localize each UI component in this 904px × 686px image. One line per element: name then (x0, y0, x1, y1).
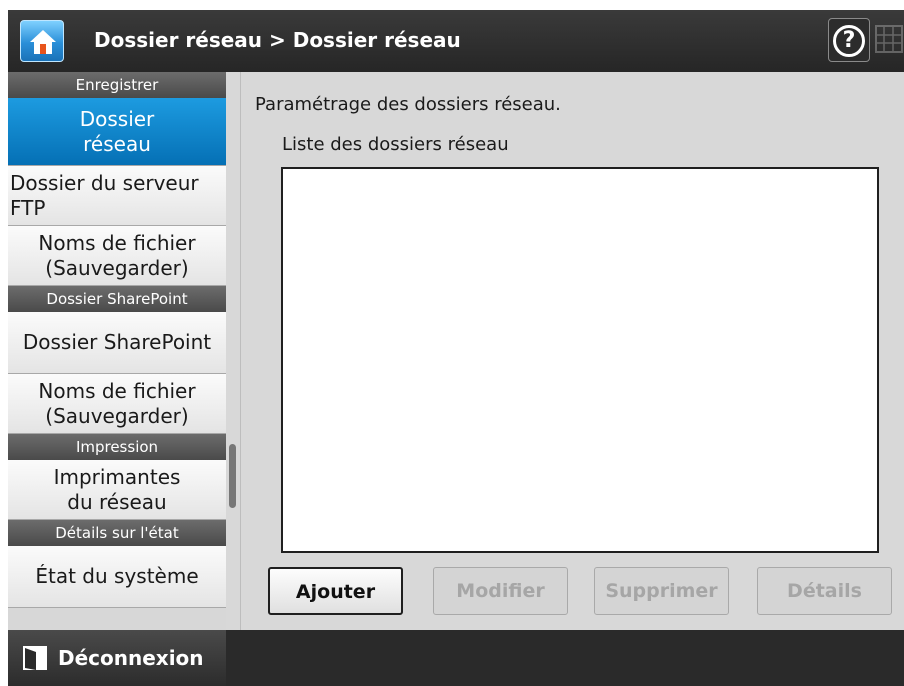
sidebar-item-label: (Sauvegarder) (45, 255, 189, 280)
sidebar-item-dossier-reseau[interactable]: Dossier réseau (8, 98, 226, 166)
sidebar-section-header-details-sur-l-etat: Détails sur l'état (8, 520, 226, 546)
details-button[interactable]: Détails (757, 567, 892, 615)
sidebar-scroll-thumb[interactable] (229, 444, 236, 508)
delete-button[interactable]: Supprimer (594, 567, 729, 615)
sidebar-section-header-impression: Impression (8, 434, 226, 460)
sidebar-item-label: Dossier SharePoint (22, 330, 212, 354)
sidebar-section-header-dossier-sharepoint: Dossier SharePoint (8, 286, 226, 312)
help-button[interactable]: ? (828, 18, 870, 62)
page-description: Paramétrage des dossiers réseau. (255, 94, 561, 115)
sidebar-section-header-enregistrer: Enregistrer (8, 72, 226, 98)
sidebar-item-label: Noms de fichier (38, 230, 196, 255)
sidebar-item-label: FTP (10, 195, 46, 220)
sidebar-item-label: réseau (83, 131, 151, 156)
sidebar-item-dossier-du-serveur-ftp[interactable]: Dossier du serveur FTP (8, 166, 226, 226)
logout-label: Déconnexion (58, 646, 204, 670)
logout-button[interactable]: Déconnexion (8, 630, 226, 686)
keyboard-icon (875, 25, 903, 53)
sidebar-item-label: (Sauvegarder) (45, 403, 189, 428)
main-panel: Paramétrage des dossiers réseau. Liste d… (240, 72, 904, 630)
sidebar-item-label: Dossier (79, 106, 155, 131)
network-folder-list[interactable] (281, 167, 879, 553)
keyboard-button[interactable] (874, 20, 904, 60)
sidebar-scrollbar[interactable] (226, 72, 240, 630)
add-button[interactable]: Ajouter (268, 567, 403, 615)
home-button[interactable] (20, 20, 64, 62)
sidebar-item-label: Imprimantes (53, 464, 181, 489)
folder-list-label: Liste des dossiers réseau (282, 134, 509, 155)
footer-bar: Déconnexion (8, 630, 904, 686)
sidebar-item-etat-du-systeme[interactable]: État du système (8, 546, 226, 608)
sidebar-nav: Enregistrer Dossier réseau Dossier du serve… (8, 72, 226, 630)
home-icon (30, 30, 56, 54)
help-icon: ? (833, 25, 865, 57)
sidebar-item-label: Dossier du serveur (10, 170, 199, 195)
header-bar: Dossier réseau > Dossier réseau ? (8, 10, 904, 72)
logout-icon (23, 646, 47, 670)
sidebar-item-label: du réseau (67, 489, 167, 514)
sidebar-item-noms-de-fichier-sauvegarder[interactable]: Noms de fichier (Sauvegarder) (8, 374, 226, 434)
sidebar-item-imprimantes-du-reseau[interactable]: Imprimantes du réseau (8, 460, 226, 520)
modify-button[interactable]: Modifier (433, 567, 568, 615)
sidebar-item-noms-de-fichier-sauvegarder[interactable]: Noms de fichier (Sauvegarder) (8, 226, 226, 286)
app-window: Dossier réseau > Dossier réseau ? Enregi… (8, 10, 904, 686)
sidebar-item-label: Noms de fichier (38, 378, 196, 403)
sidebar-item-dossier-sharepoint[interactable]: Dossier SharePoint (8, 312, 226, 374)
page-title: Dossier réseau > Dossier réseau (94, 28, 461, 52)
sidebar-item-label: État du système (35, 564, 199, 588)
